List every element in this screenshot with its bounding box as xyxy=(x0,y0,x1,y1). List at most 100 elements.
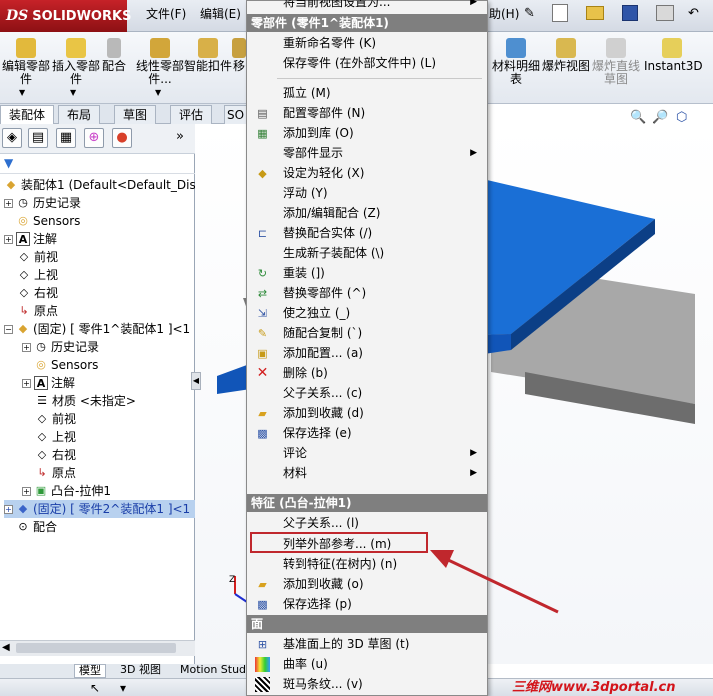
horizontal-scrollbar[interactable]: ◀ xyxy=(0,640,195,656)
tree-node-part1-sensors[interactable]: ◎ Sensors xyxy=(22,356,98,374)
expand-toggle[interactable]: + xyxy=(22,486,31,496)
tab-motion-study[interactable]: Motion Stud xyxy=(176,664,250,676)
menu-item-component-display[interactable]: 零部件显示 ▶ xyxy=(247,143,487,163)
filter-row[interactable]: ▼ xyxy=(0,154,195,174)
collapse-panel-icon[interactable]: ◀ xyxy=(191,372,201,390)
menu-item-configure-component[interactable]: ▤ 配置零部件 (N) xyxy=(247,103,487,123)
menu-item-save-selection[interactable]: ▩ 保存选择 (e) xyxy=(247,423,487,443)
expand-toggle[interactable]: + xyxy=(22,378,31,388)
tab-3d-view[interactable]: 3D 视图 xyxy=(116,664,165,676)
menu-item-isolate[interactable]: 孤立 (M) xyxy=(247,83,487,103)
expand-toggle[interactable]: − xyxy=(4,324,13,334)
tab-model[interactable]: 模型 xyxy=(74,664,106,678)
menu-item-material[interactable]: 材料 ▶ xyxy=(247,463,487,483)
tree-node-part2[interactable]: + ◆ (固定) [ 零件2^装配体1 ]<1 xyxy=(4,500,195,518)
menu-item-add-edit-mate[interactable]: 添加/编辑配合 (Z) xyxy=(247,203,487,223)
menu-item-make-independent[interactable]: ⇲ 使之独立 (_) xyxy=(247,303,487,323)
menu-item-form-new-subassembly[interactable]: 生成新子装配体 (\) xyxy=(247,243,487,263)
tree-node-right-plane[interactable]: ◇ 右视 xyxy=(17,284,58,302)
mate-button[interactable]: 配合 xyxy=(92,38,136,73)
scroll-left-icon[interactable]: ◀ xyxy=(2,642,10,653)
menu-item-copy-with-mates[interactable]: ✎ 随配合复制 (`) xyxy=(247,323,487,343)
tab-evaluate[interactable]: 评估 xyxy=(170,105,213,124)
tree-node-front-plane[interactable]: ◇ 前视 xyxy=(17,248,58,266)
menu-item-float[interactable]: 浮动 (Y) xyxy=(247,183,487,203)
save-icon[interactable] xyxy=(622,5,638,21)
menu-help[interactable]: 助(H) xyxy=(489,5,519,22)
tab-assembly[interactable]: 装配体 xyxy=(0,105,55,124)
edit-component-button[interactable]: 编辑零部件 xyxy=(0,38,52,86)
menu-item-save-part[interactable]: 保存零件 (在外部文件中) (L) xyxy=(247,53,487,73)
expand-tabs-icon[interactable]: » xyxy=(176,129,184,144)
display-manager-tab-icon[interactable]: ● xyxy=(112,128,132,148)
menu-item-feature-parent-child[interactable]: 父子关系... (l) xyxy=(247,513,487,533)
tree-node-sensors[interactable]: ◎ Sensors xyxy=(4,212,80,230)
menu-item-comment[interactable]: 评论 ▶ xyxy=(247,443,487,463)
tree-node-part1-right-plane[interactable]: ◇ 右视 xyxy=(35,446,76,464)
menu-file[interactable]: 文件(F) xyxy=(146,5,186,22)
selection-filter-icon[interactable]: ▾ xyxy=(120,681,126,695)
tree-node-material[interactable]: ☰ 材质 <未指定> xyxy=(35,392,136,410)
tree-node-boss-extrude1[interactable]: + ▣ 凸台-拉伸1 xyxy=(22,482,111,500)
expand-toggle[interactable]: + xyxy=(22,342,31,352)
configuration-manager-tab-icon[interactable]: ▦ xyxy=(56,128,76,148)
menu-edit[interactable]: 编辑(E) xyxy=(200,5,241,22)
menu-item-replace-mate-entities[interactable]: ⊏ 替换配合实体 (/) xyxy=(247,223,487,243)
menu-item-add-to-favorites[interactable]: ▰ 添加到收藏 (d) xyxy=(247,403,487,423)
app-logo[interactable]: DS SOLIDWORKS xyxy=(0,0,131,32)
tab-sketch[interactable]: 草图 xyxy=(114,105,157,124)
filter-icon[interactable]: ▼ xyxy=(4,156,13,170)
instant3d-button[interactable]: Instant3D xyxy=(644,38,703,73)
menu-item-parent-child[interactable]: 父子关系... (c) xyxy=(247,383,487,403)
menu-item-curvature[interactable]: 曲率 (u) xyxy=(247,654,487,674)
menu-item-delete[interactable]: ✕ 删除 (b) xyxy=(247,363,487,383)
tree-node-origin[interactable]: ↳ 原点 xyxy=(17,302,58,320)
tree-node-mates[interactable]: ⊙ 配合 xyxy=(4,518,57,536)
expand-toggle[interactable]: + xyxy=(4,504,13,514)
zoom-to-fit-icon[interactable]: 🔍 xyxy=(630,110,646,125)
menu-item-add-configuration[interactable]: ▣ 添加配置... (a) xyxy=(247,343,487,363)
undo-icon[interactable]: ↶ xyxy=(688,6,699,21)
menu-item-add-to-library[interactable]: ▦ 添加到库 (O) xyxy=(247,123,487,143)
tab-solidworks-addins[interactable]: SO xyxy=(224,105,248,124)
tree-node-part1-origin[interactable]: ↳ 原点 xyxy=(35,464,76,482)
menu-item-replace-component[interactable]: ⇄ 替换零部件 (^) xyxy=(247,283,487,303)
linear-pattern-dropdown-icon[interactable]: ▼ xyxy=(155,88,161,97)
insert-component-dropdown-icon[interactable]: ▼ xyxy=(70,88,76,97)
tree-node-assembly[interactable]: ◆ 装配体1 (Default<Default_Disp xyxy=(4,176,195,194)
zoom-area-icon[interactable]: 🔎 xyxy=(652,110,668,125)
tree-node-part1-history[interactable]: + ◷ 历史记录 xyxy=(22,338,99,356)
open-folder-icon[interactable] xyxy=(586,6,604,20)
menu-item-3d-sketch-on-plane[interactable]: ⊞ 基准面上的 3D 草图 (t) xyxy=(247,634,487,654)
select-arrow-icon[interactable]: ↖ xyxy=(90,681,100,695)
feature-tree-tab-icon[interactable]: ◈ xyxy=(2,128,22,148)
menu-item-set-current-view[interactable]: 将当前视图设置为... ▶ xyxy=(247,0,487,9)
linear-pattern-button[interactable]: 线性零部件... xyxy=(133,38,187,86)
bom-button[interactable]: 材料明细表 xyxy=(490,38,542,86)
tree-node-part1-front-plane[interactable]: ◇ 前视 xyxy=(35,410,76,428)
tree-node-part1-annotations[interactable]: + A 注解 xyxy=(22,374,75,392)
property-manager-tab-icon[interactable]: ▤ xyxy=(28,128,48,148)
view-orientation-icon[interactable]: ⬡ xyxy=(676,110,687,125)
expand-toggle[interactable]: + xyxy=(4,234,13,244)
menu-item-rename-part[interactable]: 重新命名零件 (K) xyxy=(247,33,487,53)
exploded-view-button[interactable]: 爆炸视图 xyxy=(540,38,592,73)
new-doc-icon[interactable] xyxy=(552,4,568,22)
tree-node-annotations[interactable]: + A 注解 xyxy=(4,230,57,248)
edit-component-dropdown-icon[interactable]: ▼ xyxy=(19,88,25,97)
menu-item-set-lightweight[interactable]: ◆ 设定为轻化 (X) xyxy=(247,163,487,183)
smart-fastener-button[interactable]: 智能扣件 xyxy=(184,38,232,73)
tree-node-top-plane[interactable]: ◇ 上视 xyxy=(17,266,58,284)
print-icon[interactable] xyxy=(656,5,674,21)
tree-node-part1[interactable]: − ◆ (固定) [ 零件1^装配体1 ]<1 xyxy=(4,320,190,338)
expand-toggle[interactable]: + xyxy=(4,198,13,208)
tab-layout[interactable]: 布局 xyxy=(58,105,101,124)
tree-node-history[interactable]: + ◷ 历史记录 xyxy=(4,194,81,212)
menu-item-reload[interactable]: ↻ 重装 (]) xyxy=(247,263,487,283)
menu-item-zebra-stripes[interactable]: 斑马条纹... (v) xyxy=(247,674,487,694)
tree-node-part1-top-plane[interactable]: ◇ 上视 xyxy=(35,428,76,446)
pin-icon[interactable]: ✎ xyxy=(524,6,535,21)
dimxpert-tab-icon[interactable]: ⊕ xyxy=(84,128,104,148)
scrollbar-thumb[interactable] xyxy=(16,643,176,653)
explode-line-sketch-button[interactable]: 爆炸直线草图 xyxy=(590,38,642,86)
